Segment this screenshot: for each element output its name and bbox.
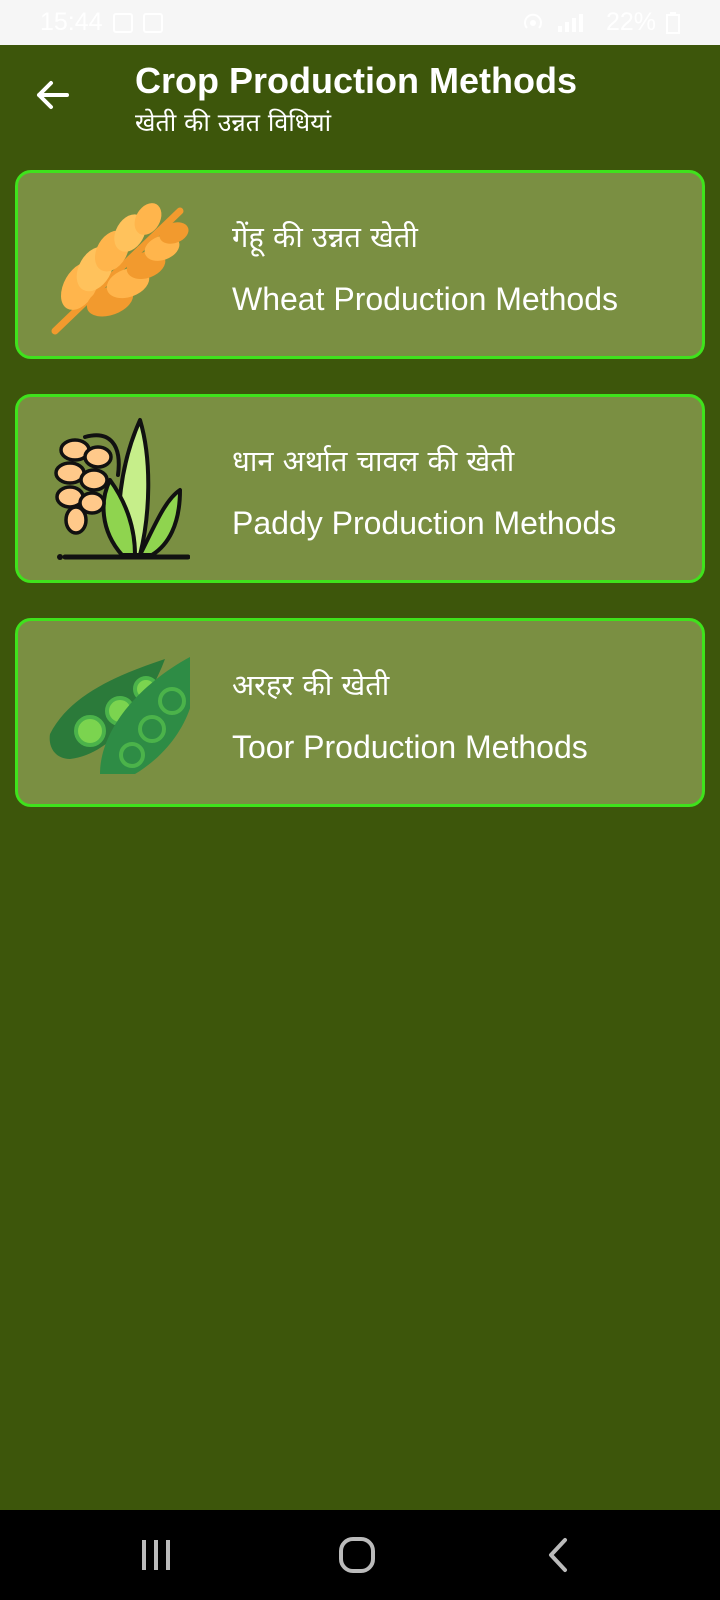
paddy-icon bbox=[40, 415, 191, 565]
pea-pod-icon bbox=[40, 639, 195, 789]
home-icon bbox=[339, 1537, 375, 1573]
header-titles: Crop Production Methods खेती की उन्नत वि… bbox=[135, 59, 577, 141]
system-nav-bar bbox=[0, 1510, 720, 1600]
page-title: Crop Production Methods bbox=[135, 60, 577, 101]
gallery-notification-icon bbox=[112, 12, 133, 33]
card-text: गेंहू की उन्नत खेती Wheat Production Met… bbox=[232, 217, 618, 319]
card-english-label: Paddy Production Methods bbox=[232, 505, 617, 541]
signal-icon bbox=[557, 13, 583, 32]
app-notification-icon bbox=[142, 12, 163, 33]
battery-icon bbox=[666, 11, 680, 34]
battery-percent: 22% bbox=[605, 8, 656, 36]
hotspot-icon bbox=[524, 13, 542, 29]
back-button[interactable] bbox=[30, 73, 74, 117]
card-text: धान अर्थात चावल की खेती Paddy Production… bbox=[232, 441, 616, 543]
back-nav-button[interactable] bbox=[533, 1530, 583, 1580]
card-hindi-label: धान अर्थात चावल की खेती bbox=[232, 444, 515, 478]
card-hindi-label: गेंहू की उन्नत खेती bbox=[232, 220, 418, 254]
card-paddy[interactable]: धान अर्थात चावल की खेती Paddy Production… bbox=[15, 394, 705, 583]
arrow-left-icon bbox=[37, 81, 69, 109]
wheat-icon bbox=[40, 191, 190, 341]
chevron-left-icon bbox=[549, 1538, 567, 1572]
recent-apps-icon bbox=[142, 1540, 170, 1570]
home-button[interactable] bbox=[332, 1530, 382, 1580]
status-bar: 15:44 22% bbox=[0, 0, 720, 45]
card-toor[interactable]: अरहर की खेती Toor Production Methods bbox=[15, 618, 705, 807]
card-wheat[interactable]: गेंहू की उन्नत खेती Wheat Production Met… bbox=[15, 170, 705, 359]
app-header: Crop Production Methods खेती की उन्नत वि… bbox=[0, 45, 720, 170]
card-text: अरहर की खेती Toor Production Methods bbox=[232, 665, 588, 767]
status-left: 15:44 bbox=[40, 8, 163, 37]
card-english-label: Wheat Production Methods bbox=[232, 281, 618, 317]
status-right: 22% bbox=[520, 8, 680, 37]
card-hindi-label: अरहर की खेती bbox=[232, 668, 390, 702]
page-subtitle: खेती की उन्नत विधियां bbox=[135, 108, 332, 137]
card-english-label: Toor Production Methods bbox=[232, 729, 588, 765]
status-time: 15:44 bbox=[40, 8, 103, 36]
recent-apps-button[interactable] bbox=[131, 1530, 181, 1580]
